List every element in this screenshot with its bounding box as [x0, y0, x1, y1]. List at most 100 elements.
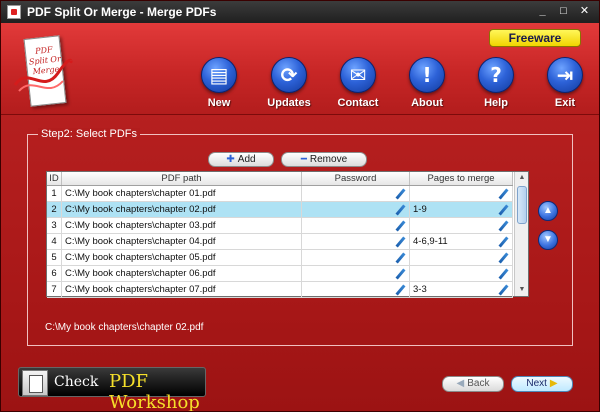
row-path: C:\My book chapters\chapter 02.pdf — [62, 202, 302, 217]
table-row[interactable]: 4 C:\My book chapters\chapter 04.pdf 4-6… — [47, 234, 513, 250]
exit-label: Exit — [554, 97, 576, 109]
row-password[interactable] — [302, 282, 410, 297]
pencil-icon[interactable] — [498, 188, 509, 199]
row-pages[interactable] — [410, 250, 513, 265]
workshop-icon — [22, 370, 48, 396]
minimize-button[interactable]: _ — [534, 4, 551, 20]
row-password[interactable] — [302, 266, 410, 281]
selected-path-label: C:\My book chapters\chapter 02.pdf — [45, 322, 204, 333]
new-label: New — [207, 97, 231, 109]
help-label: Help — [484, 97, 508, 109]
help-icon: ? — [478, 57, 514, 93]
add-button[interactable]: ✚ Add — [208, 152, 274, 167]
add-label: Add — [237, 154, 256, 165]
table-row[interactable]: 5 C:\My book chapters\chapter 05.pdf — [47, 250, 513, 266]
envelope-icon: ✉ — [340, 57, 376, 93]
row-pages[interactable] — [410, 266, 513, 281]
table-scrollbar[interactable]: ▲ ▼ — [514, 172, 528, 296]
pencil-icon[interactable] — [395, 188, 406, 199]
pencil-icon[interactable] — [498, 268, 509, 279]
row-id: 4 — [47, 234, 62, 249]
app-icon — [7, 5, 21, 19]
freeware-badge: Freeware — [489, 29, 581, 47]
row-password[interactable] — [302, 186, 410, 201]
about-label: About — [411, 97, 443, 109]
pencil-icon[interactable] — [395, 268, 406, 279]
move-down-button[interactable]: ▼ — [538, 230, 558, 250]
pdf-table[interactable]: ID PDF path Password Pages to merge 1 C:… — [46, 171, 529, 298]
row-password[interactable] — [302, 218, 410, 233]
scroll-thumb[interactable] — [517, 186, 527, 224]
pencil-icon[interactable] — [395, 236, 406, 247]
table-row[interactable]: 7 C:\My book chapters\chapter 07.pdf 3-3 — [47, 282, 513, 298]
window-controls: _ □ ✕ — [534, 4, 593, 20]
back-button[interactable]: ◀ Back — [442, 376, 504, 392]
move-up-button[interactable]: ▲ — [538, 201, 558, 221]
row-id: 6 — [47, 266, 62, 281]
row-pages[interactable] — [410, 218, 513, 233]
header-pages[interactable]: Pages to merge — [410, 172, 513, 185]
row-path: C:\My book chapters\chapter 07.pdf — [62, 282, 302, 297]
table-row[interactable]: 6 C:\My book chapters\chapter 06.pdf — [47, 266, 513, 282]
scroll-down-arrow-icon[interactable]: ▼ — [515, 284, 529, 296]
pencil-icon[interactable] — [498, 236, 509, 247]
row-password[interactable] — [302, 202, 410, 217]
header-id[interactable]: ID — [47, 172, 62, 185]
help-button[interactable]: ? Help — [466, 57, 526, 113]
row-path: C:\My book chapters\chapter 03.pdf — [62, 218, 302, 233]
row-id: 5 — [47, 250, 62, 265]
arrow-down-icon: ▼ — [543, 234, 553, 245]
window-title: PDF Split Or Merge - Merge PDFs — [27, 5, 217, 19]
remove-icon: ━ — [300, 154, 307, 165]
table-row[interactable]: 2 C:\My book chapters\chapter 02.pdf 1-9 — [47, 202, 513, 218]
close-button[interactable]: ✕ — [576, 4, 593, 20]
pdf-workshop-banner[interactable]: Check PDF Workshop — [18, 367, 206, 411]
pencil-icon[interactable] — [498, 220, 509, 231]
scroll-up-arrow-icon[interactable]: ▲ — [515, 172, 529, 184]
row-pages[interactable] — [410, 186, 513, 201]
app-window: PDF Split Or Merge - Merge PDFs _ □ ✕ PD… — [0, 0, 600, 412]
pencil-icon[interactable] — [395, 204, 406, 215]
updates-label: Updates — [267, 97, 311, 109]
header: PDF Split Or Merge Freeware ▤ New ⟳ Upda… — [1, 23, 599, 115]
maximize-button[interactable]: □ — [555, 4, 572, 20]
document-icon: ▤ — [201, 57, 237, 93]
pencil-icon[interactable] — [395, 220, 406, 231]
title-bar[interactable]: PDF Split Or Merge - Merge PDFs _ □ ✕ — [1, 1, 599, 23]
row-pages[interactable]: 3-3 — [410, 282, 513, 297]
contact-button[interactable]: ✉ Contact — [328, 57, 388, 113]
info-icon: ! — [409, 57, 445, 93]
pencil-icon[interactable] — [395, 284, 406, 295]
row-id: 2 — [47, 202, 62, 217]
remove-button[interactable]: ━ Remove — [281, 152, 367, 167]
updates-button[interactable]: ⟳ Updates — [259, 57, 319, 113]
remove-label: Remove — [309, 154, 348, 165]
row-pages[interactable]: 1-9 — [410, 202, 513, 217]
about-button[interactable]: ! About — [397, 57, 457, 113]
next-button[interactable]: Next ▶ — [511, 376, 573, 392]
table-row[interactable]: 1 C:\My book chapters\chapter 01.pdf — [47, 186, 513, 202]
pencil-icon[interactable] — [498, 204, 509, 215]
back-label: Back — [467, 378, 490, 389]
row-pages-value: 3-3 — [413, 284, 427, 295]
table-row[interactable]: 3 C:\My book chapters\chapter 03.pdf — [47, 218, 513, 234]
exit-button[interactable]: ⇥ Exit — [535, 57, 595, 113]
header-path[interactable]: PDF path — [62, 172, 302, 185]
row-password[interactable] — [302, 250, 410, 265]
workshop-name: PDF Workshop — [109, 371, 200, 412]
pencil-icon[interactable] — [395, 252, 406, 263]
row-id: 3 — [47, 218, 62, 233]
header-password[interactable]: Password — [302, 172, 410, 185]
row-pages-value: 1-9 — [413, 204, 427, 215]
row-path: C:\My book chapters\chapter 04.pdf — [62, 234, 302, 249]
row-pages[interactable]: 4-6,9-11 — [410, 234, 513, 249]
step-legend: Step2: Select PDFs — [38, 128, 140, 140]
next-label: Next — [526, 378, 547, 389]
add-icon: ✚ — [226, 154, 235, 165]
row-path: C:\My book chapters\chapter 01.pdf — [62, 186, 302, 201]
pencil-icon[interactable] — [498, 284, 509, 295]
pencil-icon[interactable] — [498, 252, 509, 263]
new-button[interactable]: ▤ New — [189, 57, 249, 113]
row-password[interactable] — [302, 234, 410, 249]
arrow-up-icon: ▲ — [543, 205, 553, 216]
